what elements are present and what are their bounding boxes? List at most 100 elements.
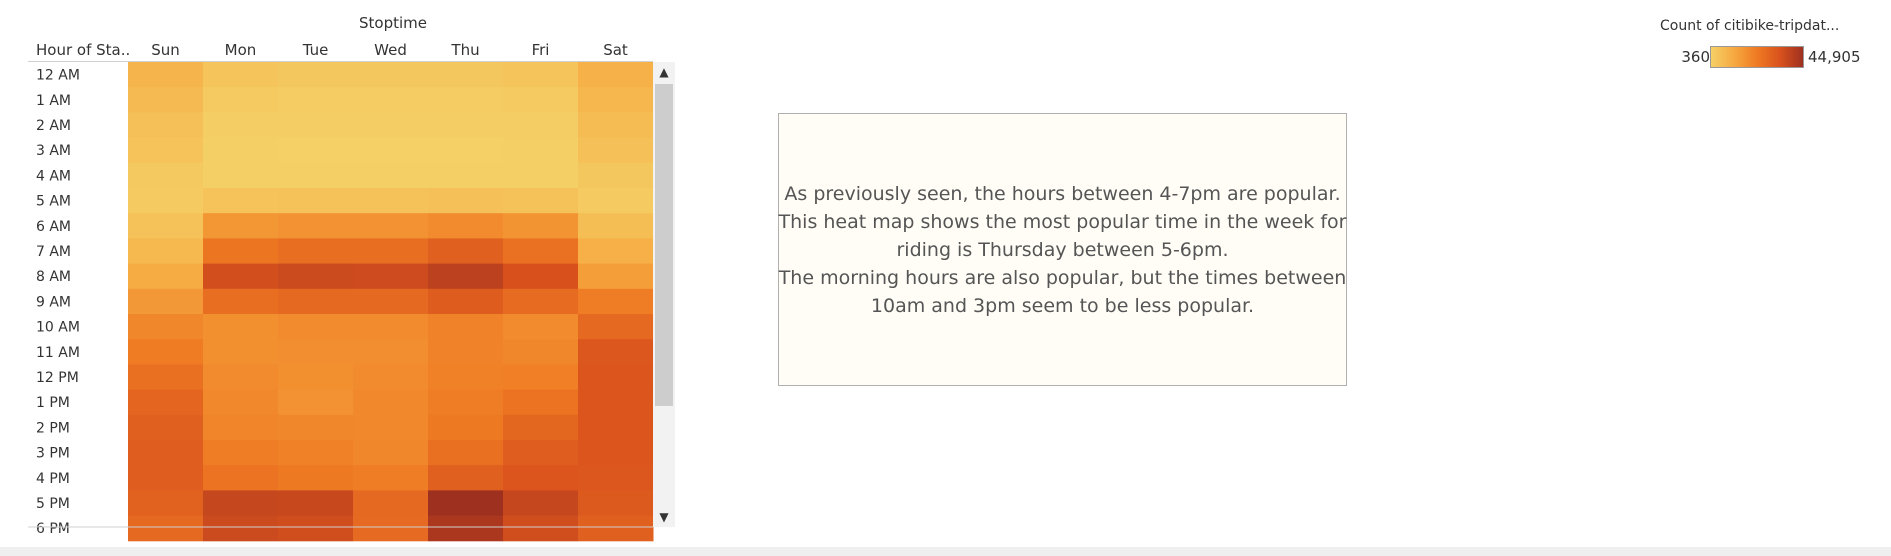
heatmap-cell[interactable]: [128, 314, 204, 340]
heatmap-cell[interactable]: [578, 314, 654, 340]
heatmap-cell[interactable]: [578, 440, 654, 466]
heatmap-cell[interactable]: [128, 188, 204, 214]
heatmap-cell[interactable]: [353, 490, 429, 517]
heatmap-cell[interactable]: [428, 62, 504, 88]
heatmap-cell[interactable]: [128, 263, 204, 290]
heatmap-cell[interactable]: [428, 137, 504, 164]
heatmap-cell[interactable]: [503, 389, 579, 416]
heatmap-cell[interactable]: [203, 62, 279, 88]
heatmap-cell[interactable]: [578, 162, 654, 189]
row-label[interactable]: 1 AM: [36, 93, 71, 109]
heatmap-cell[interactable]: [503, 263, 579, 290]
heatmap-cell[interactable]: [428, 364, 504, 391]
heatmap-cell[interactable]: [503, 188, 579, 214]
row-label[interactable]: 3 AM: [36, 143, 71, 159]
row-label[interactable]: 1 PM: [36, 395, 70, 411]
heatmap-cell[interactable]: [353, 263, 429, 290]
heatmap-cell[interactable]: [578, 87, 654, 113]
heatmap-cell[interactable]: [578, 112, 654, 139]
heatmap-cell[interactable]: [578, 238, 654, 265]
heatmap-cell[interactable]: [203, 414, 279, 441]
heatmap-cell[interactable]: [428, 339, 504, 365]
row-label[interactable]: 9 AM: [36, 294, 71, 310]
row-label[interactable]: 7 AM: [36, 244, 71, 260]
heatmap-cell[interactable]: [128, 213, 204, 239]
row-label[interactable]: 11 AM: [36, 345, 80, 361]
heatmap-cell[interactable]: [278, 414, 354, 441]
heatmap-cell[interactable]: [203, 87, 279, 113]
heatmap-cell[interactable]: [203, 364, 279, 391]
heatmap-cell[interactable]: [503, 213, 579, 239]
heatmap-cell[interactable]: [353, 162, 429, 189]
heatmap-cell[interactable]: [428, 490, 504, 517]
heatmap-cell[interactable]: [428, 162, 504, 189]
heatmap-cell[interactable]: [278, 162, 354, 189]
heatmap-cell[interactable]: [578, 288, 654, 315]
heatmap-cell[interactable]: [203, 162, 279, 189]
heatmap-cell[interactable]: [128, 87, 204, 113]
heatmap-cell[interactable]: [278, 263, 354, 290]
column-label-thu[interactable]: Thu: [450, 41, 479, 59]
heatmap-cell[interactable]: [278, 112, 354, 139]
row-label[interactable]: 6 PM: [36, 521, 70, 537]
column-label-mon[interactable]: Mon: [225, 41, 257, 59]
heatmap-cell[interactable]: [578, 414, 654, 441]
heatmap-cell[interactable]: [128, 162, 204, 189]
heatmap-cell[interactable]: [278, 288, 354, 315]
heatmap-cell[interactable]: [503, 137, 579, 164]
heatmap-cell[interactable]: [128, 414, 204, 441]
heatmap-cell[interactable]: [578, 364, 654, 391]
heatmap-cell[interactable]: [503, 339, 579, 365]
heatmap-cell[interactable]: [428, 238, 504, 265]
heatmap-cell[interactable]: [278, 389, 354, 416]
heatmap-cell[interactable]: [578, 62, 654, 88]
heatmap-cell[interactable]: [278, 62, 354, 88]
heatmap-cell[interactable]: [428, 213, 504, 239]
heatmap-cell[interactable]: [278, 213, 354, 239]
heatmap-cell[interactable]: [353, 339, 429, 365]
heatmap-cell[interactable]: [353, 112, 429, 139]
heatmap-cell[interactable]: [278, 188, 354, 214]
heatmap-cell[interactable]: [353, 62, 429, 88]
heatmap-cell[interactable]: [578, 213, 654, 239]
heatmap-cell[interactable]: [503, 87, 579, 113]
heatmap-cell[interactable]: [428, 87, 504, 113]
row-label[interactable]: 4 PM: [36, 471, 70, 487]
row-label[interactable]: 10 AM: [36, 320, 80, 336]
heatmap-cell[interactable]: [278, 515, 354, 542]
row-label[interactable]: 2 AM: [36, 118, 71, 134]
row-label[interactable]: 3 PM: [36, 446, 70, 462]
heatmap-cell[interactable]: [128, 112, 204, 139]
heatmap-cell[interactable]: [203, 490, 279, 517]
heatmap-cell[interactable]: [578, 490, 654, 517]
heatmap-cell[interactable]: [428, 515, 504, 542]
heatmap-cell[interactable]: [503, 162, 579, 189]
row-label[interactable]: 5 PM: [36, 496, 70, 512]
heatmap-cell[interactable]: [428, 288, 504, 315]
heatmap-cell[interactable]: [203, 389, 279, 416]
heatmap-cell[interactable]: [353, 188, 429, 214]
heatmap-cell[interactable]: [353, 288, 429, 315]
heatmap-cell[interactable]: [503, 314, 579, 340]
heatmap-cell[interactable]: [128, 62, 204, 88]
heatmap-cell[interactable]: [428, 389, 504, 416]
row-label[interactable]: 12 AM: [36, 68, 80, 84]
heatmap-cell[interactable]: [353, 87, 429, 113]
heatmap-cell[interactable]: [128, 364, 204, 391]
heatmap-cell[interactable]: [203, 188, 279, 214]
heatmap-cell[interactable]: [428, 314, 504, 340]
heatmap-cell[interactable]: [578, 263, 654, 290]
heatmap-cell[interactable]: [203, 339, 279, 365]
heatmap-cell[interactable]: [353, 465, 429, 491]
column-label-sun[interactable]: Sun: [151, 41, 180, 59]
heatmap-cell[interactable]: [203, 440, 279, 466]
heatmap-cell[interactable]: [578, 137, 654, 164]
heatmap-cell[interactable]: [278, 87, 354, 113]
heatmap-cell[interactable]: [203, 137, 279, 164]
heatmap-cell[interactable]: [128, 238, 204, 265]
heatmap-cell[interactable]: [428, 465, 504, 491]
heatmap-cell[interactable]: [128, 490, 204, 517]
heatmap-cell[interactable]: [128, 389, 204, 416]
heatmap-cell[interactable]: [578, 465, 654, 491]
heatmap-cell[interactable]: [428, 112, 504, 139]
